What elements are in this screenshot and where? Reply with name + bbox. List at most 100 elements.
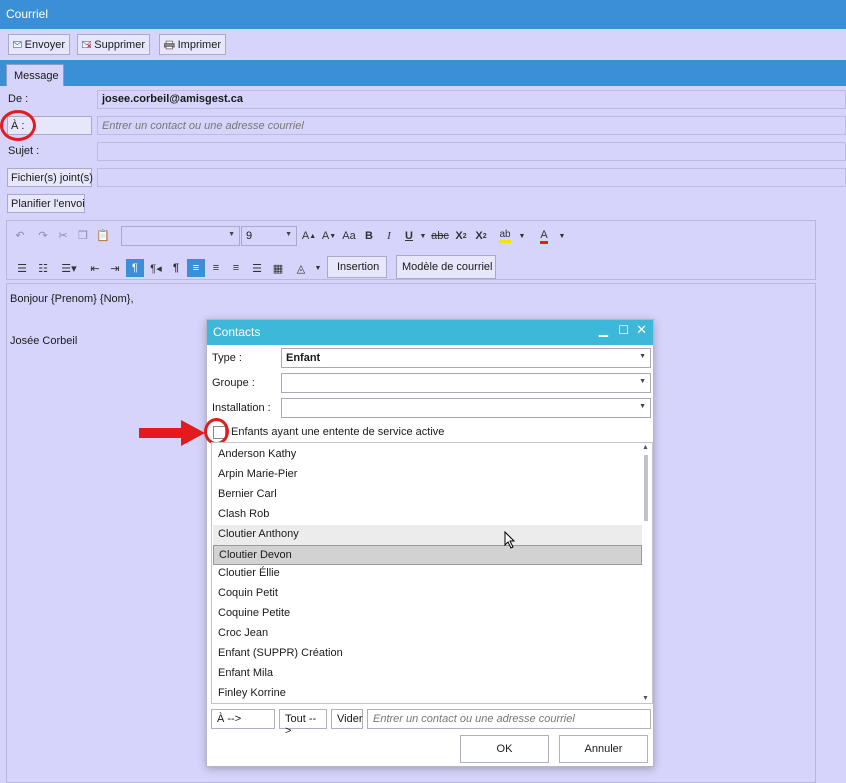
strikethrough-icon[interactable]: abc bbox=[431, 227, 449, 245]
chevron-down-icon[interactable]: ▼ bbox=[418, 227, 428, 245]
contact-list-item[interactable]: Enfant Mila bbox=[213, 664, 642, 684]
decrease-indent-icon[interactable]: ⇤ bbox=[86, 259, 104, 277]
schedule-send-button[interactable]: Planifier l'envoi bbox=[7, 194, 85, 213]
add-all-label: Tout --> bbox=[285, 713, 317, 737]
add-all-button[interactable]: Tout --> bbox=[279, 709, 327, 737]
scroll-up-icon[interactable]: ▲ bbox=[642, 444, 649, 451]
subscript-icon[interactable]: X2 bbox=[452, 227, 470, 245]
editor-greeting: Bonjour {Prenom} {Nom}, bbox=[10, 293, 134, 305]
delete-button[interactable]: Supprimer bbox=[77, 34, 150, 55]
attachments-field bbox=[97, 168, 846, 187]
minimize-icon[interactable]: ▁ bbox=[599, 323, 608, 337]
fill-color-icon[interactable]: ◬ bbox=[292, 259, 310, 277]
send-button[interactable]: Envoyer bbox=[8, 34, 70, 55]
annotation-circle bbox=[204, 418, 229, 445]
superscript-icon[interactable]: X2 bbox=[472, 227, 490, 245]
table-icon[interactable]: ▦ bbox=[269, 259, 287, 277]
add-to-label: À --> bbox=[217, 713, 242, 725]
group-select[interactable]: ▼ bbox=[281, 373, 651, 393]
undo-icon[interactable]: ↶ bbox=[11, 226, 29, 244]
annotation-circle bbox=[0, 110, 36, 141]
paste-icon[interactable]: 📋 bbox=[94, 226, 112, 244]
contact-list-item[interactable]: Cloutier Éllie bbox=[213, 564, 642, 584]
recipient-input[interactable]: Entrer un contact ou une adresse courrie… bbox=[367, 709, 651, 729]
ltr-direction-icon[interactable]: ¶ bbox=[126, 259, 144, 277]
chevron-down-icon: ▼ bbox=[639, 353, 646, 360]
increase-indent-icon[interactable]: ⇥ bbox=[106, 259, 124, 277]
underline-icon[interactable]: U bbox=[400, 227, 418, 245]
scrollbar-thumb[interactable] bbox=[644, 455, 648, 521]
align-center-icon[interactable]: ≡ bbox=[207, 259, 225, 277]
contact-list-item[interactable]: Finley Korrine bbox=[213, 684, 642, 703]
chevron-down-icon: ▼ bbox=[228, 231, 235, 238]
multilevel-list-icon[interactable]: ☰▾ bbox=[56, 259, 82, 277]
copy-icon[interactable]: ❐ bbox=[74, 226, 92, 244]
contact-list-item[interactable]: Arpin Marie-Pier bbox=[213, 465, 642, 485]
print-button[interactable]: Imprimer bbox=[159, 34, 226, 55]
italic-icon[interactable]: I bbox=[380, 227, 398, 245]
ok-button[interactable]: OK bbox=[460, 735, 549, 763]
contact-list-item[interactable]: Bernier Carl bbox=[213, 485, 642, 505]
contact-list-item[interactable]: Enfant (SUPPR) Création bbox=[213, 644, 642, 664]
pilcrow-icon[interactable]: ¶ bbox=[167, 259, 185, 277]
chevron-down-icon: ▼ bbox=[639, 403, 646, 410]
cut-icon[interactable]: ✂ bbox=[54, 226, 72, 244]
grow-font-icon[interactable]: A ▲ bbox=[300, 227, 318, 245]
tab-message[interactable]: Message bbox=[6, 64, 64, 86]
subject-input[interactable] bbox=[97, 142, 846, 161]
add-to-button[interactable]: À --> bbox=[211, 709, 275, 729]
attachments-button[interactable]: Fichier(s) joint(s) bbox=[7, 168, 93, 187]
envelope-icon bbox=[13, 41, 22, 48]
cancel-button[interactable]: Annuler bbox=[559, 735, 648, 763]
contact-list-item[interactable]: Cloutier Anthony bbox=[213, 524, 642, 545]
contacts-list[interactable]: ▲ ▼ Anderson Kathy Arpin Marie-Pier Bernie… bbox=[211, 442, 653, 704]
printer-icon bbox=[164, 40, 175, 49]
installation-label: Installation : bbox=[212, 402, 271, 414]
chevron-down-icon[interactable]: ▼ bbox=[517, 227, 527, 245]
font-family-select[interactable]: ▼ bbox=[121, 226, 240, 246]
delete-mail-icon bbox=[82, 41, 92, 48]
numbered-list-icon[interactable]: ☷ bbox=[34, 259, 52, 277]
contact-list-item[interactable]: Cloutier Devon bbox=[213, 544, 642, 565]
align-left-icon[interactable]: ≡ bbox=[187, 259, 205, 277]
maximize-icon[interactable]: ☐ bbox=[618, 323, 629, 337]
chevron-down-icon: ▼ bbox=[285, 231, 292, 238]
dialog-title-bar: Contacts ▁ ☐ ✕ bbox=[207, 320, 653, 345]
redo-icon[interactable]: ↷ bbox=[34, 226, 52, 244]
font-color-icon[interactable]: A bbox=[535, 227, 553, 245]
bold-icon[interactable]: B bbox=[360, 227, 378, 245]
contact-list-item[interactable]: Clash Rob bbox=[213, 505, 642, 525]
contact-list-item[interactable]: Coquin Petit bbox=[213, 584, 642, 604]
active-agreement-label: Enfants ayant une entente de service act… bbox=[231, 426, 445, 438]
font-size-select[interactable]: 9 ▼ bbox=[241, 226, 297, 246]
align-right-icon[interactable]: ≡ bbox=[227, 259, 245, 277]
group-label: Groupe : bbox=[212, 377, 255, 389]
type-select[interactable]: Enfant ▼ bbox=[281, 348, 651, 368]
delete-label: Supprimer bbox=[94, 38, 145, 51]
installation-select[interactable]: ▼ bbox=[281, 398, 651, 418]
contact-list-item[interactable]: Anderson Kathy bbox=[213, 445, 642, 465]
contact-list-item[interactable]: Croc Jean bbox=[213, 624, 642, 644]
insertion-label: Insertion bbox=[337, 261, 380, 273]
cancel-label: Annuler bbox=[584, 743, 623, 755]
scrollbar[interactable]: ▲ ▼ bbox=[641, 443, 652, 703]
highlight-icon[interactable]: ab bbox=[496, 227, 514, 245]
contact-list-item[interactable]: Coquine Petite bbox=[213, 604, 642, 624]
change-case-icon[interactable]: Aa bbox=[340, 227, 358, 245]
rtl-direction-icon[interactable]: ¶◂ bbox=[147, 259, 165, 277]
bullet-list-icon[interactable]: ☰ bbox=[13, 259, 31, 277]
close-icon[interactable]: ✕ bbox=[636, 322, 647, 338]
editor-toolbar: ↶ ↷ ✂ ❐ 📋 ▼ 9 ▼ A ▲ A ▼ Aa B I U ▼ abc X2 … bbox=[6, 220, 816, 280]
chevron-down-icon[interactable]: ▼ bbox=[557, 227, 567, 245]
chevron-down-icon[interactable]: ▼ bbox=[313, 259, 323, 277]
email-template-button[interactable]: Modèle de courriel bbox=[396, 255, 496, 279]
window-title: Courriel bbox=[6, 7, 49, 21]
clear-button[interactable]: Vider bbox=[331, 709, 363, 729]
insertion-button[interactable]: Insertion bbox=[327, 256, 387, 278]
to-input[interactable]: Entrer un contact ou une adresse courrie… bbox=[97, 116, 846, 135]
mouse-cursor-icon bbox=[504, 531, 516, 549]
shrink-font-icon[interactable]: A ▼ bbox=[320, 227, 338, 245]
scroll-down-icon[interactable]: ▼ bbox=[642, 695, 649, 702]
ok-label: OK bbox=[496, 743, 513, 755]
justify-icon[interactable]: ☰ bbox=[248, 259, 266, 277]
